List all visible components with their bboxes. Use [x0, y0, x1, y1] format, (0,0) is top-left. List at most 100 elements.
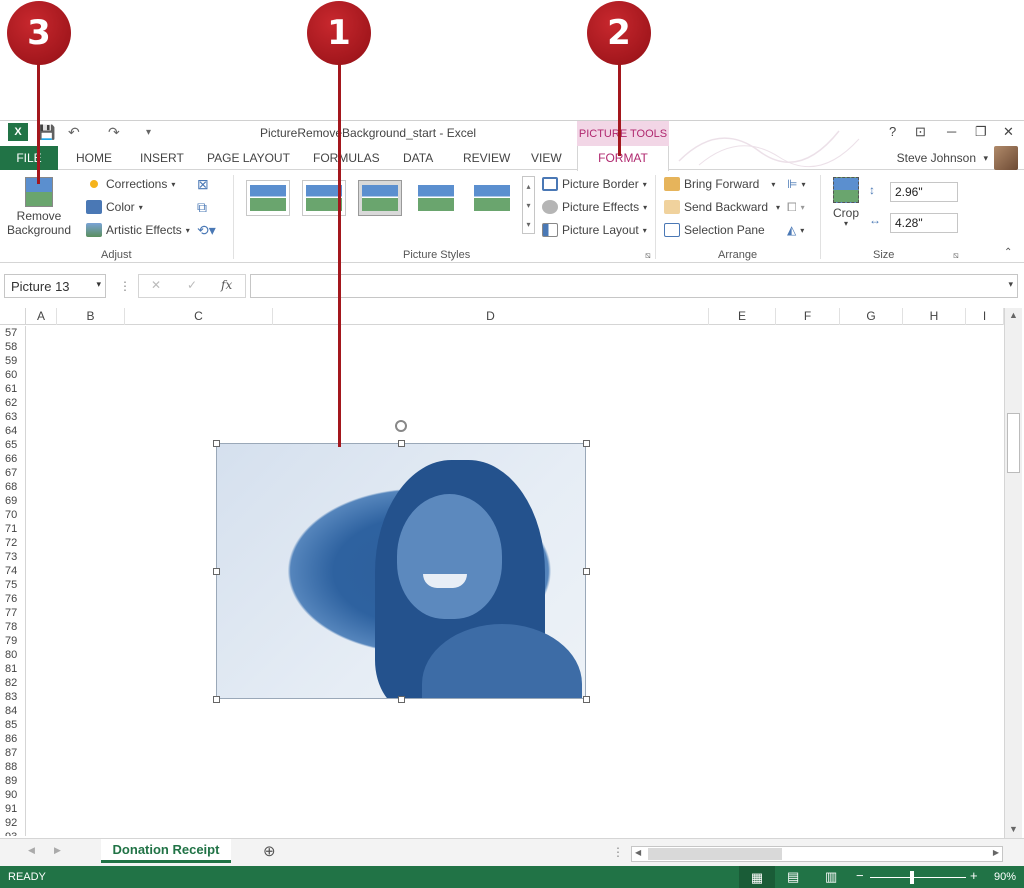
- zoom-slider[interactable]: [870, 877, 966, 878]
- row-header[interactable]: 70: [0, 508, 25, 522]
- resize-handle[interactable]: [213, 440, 220, 447]
- tab-file[interactable]: FILE: [0, 146, 58, 170]
- row-header[interactable]: 90: [0, 788, 25, 802]
- row-header[interactable]: 92: [0, 816, 25, 830]
- user-name[interactable]: Steve Johnson: [897, 151, 976, 165]
- undo-icon[interactable]: ↶: [68, 124, 80, 141]
- column-header[interactable]: I: [966, 308, 1004, 325]
- row-header[interactable]: 57: [0, 326, 25, 340]
- row-header[interactable]: 74: [0, 564, 25, 578]
- row-header[interactable]: 79: [0, 634, 25, 648]
- crop-button[interactable]: Crop ▾: [830, 177, 862, 228]
- horizontal-scrollbar[interactable]: ◀ ▶: [631, 846, 1003, 862]
- align-icon[interactable]: ⊫ ▾: [787, 177, 805, 191]
- row-header[interactable]: 65: [0, 438, 25, 452]
- resize-handle[interactable]: [213, 696, 220, 703]
- row-header[interactable]: 88: [0, 760, 25, 774]
- tab-data[interactable]: DATA: [403, 146, 433, 170]
- color-button[interactable]: Color ▾: [86, 200, 143, 214]
- tab-insert[interactable]: INSERT: [140, 146, 184, 170]
- cancel-icon[interactable]: ✕: [151, 278, 161, 292]
- scroll-left-icon[interactable]: ◀: [635, 848, 641, 857]
- scroll-down-icon[interactable]: ▼: [1009, 824, 1018, 834]
- column-header[interactable]: F: [776, 308, 840, 325]
- enter-icon[interactable]: ✓: [187, 278, 197, 292]
- more-options-icon[interactable]: ⋮: [119, 279, 131, 293]
- page-layout-view-icon[interactable]: ▤: [787, 869, 799, 885]
- zoom-level[interactable]: 90%: [994, 871, 1016, 883]
- row-header[interactable]: 58: [0, 340, 25, 354]
- tab-format[interactable]: FORMAT: [577, 146, 669, 171]
- save-icon[interactable]: 💾: [38, 124, 55, 141]
- row-header[interactable]: 63: [0, 410, 25, 424]
- row-header[interactable]: 62: [0, 396, 25, 410]
- chevron-down-icon[interactable]: ▾: [1008, 279, 1013, 290]
- restore-button[interactable]: ❐: [975, 124, 987, 140]
- picture-style-4[interactable]: [414, 180, 458, 216]
- avatar[interactable]: [994, 146, 1018, 170]
- name-box[interactable]: Picture 13 ▾: [4, 274, 106, 298]
- column-header[interactable]: B: [57, 308, 125, 325]
- tab-home[interactable]: HOME: [76, 146, 112, 170]
- minimize-button[interactable]: ─: [947, 124, 956, 139]
- row-header[interactable]: 60: [0, 368, 25, 382]
- selection-pane-button[interactable]: Selection Pane: [664, 223, 765, 237]
- row-header[interactable]: 67: [0, 466, 25, 480]
- normal-view-icon[interactable]: ▦: [739, 866, 775, 888]
- vertical-scrollbar[interactable]: ▲ ▼: [1004, 308, 1022, 838]
- picture-style-3[interactable]: [358, 180, 402, 216]
- redo-icon[interactable]: ↷: [108, 124, 120, 141]
- previous-sheet-icon[interactable]: ◀: [28, 845, 35, 856]
- resize-handle[interactable]: [583, 568, 590, 575]
- row-header[interactable]: 86: [0, 732, 25, 746]
- send-backward-button[interactable]: Send Backward ▾: [664, 200, 780, 214]
- row-header[interactable]: 83: [0, 690, 25, 704]
- ribbon-display-icon[interactable]: ⊡: [915, 124, 926, 140]
- insert-function-icon[interactable]: fx: [221, 278, 232, 292]
- shape-height-input[interactable]: 2.96": [890, 182, 958, 202]
- row-header[interactable]: 80: [0, 648, 25, 662]
- customize-qat-icon[interactable]: ▾: [146, 127, 151, 138]
- row-header[interactable]: 91: [0, 802, 25, 816]
- sheet-tab-donation-receipt[interactable]: Donation Receipt: [101, 839, 231, 863]
- picture-style-5[interactable]: [470, 180, 514, 216]
- row-header[interactable]: 89: [0, 774, 25, 788]
- row-header[interactable]: 66: [0, 452, 25, 466]
- dialog-launcher-icon[interactable]: ⧅: [953, 250, 959, 261]
- rotate-icon[interactable]: ◭ ▾: [787, 223, 804, 237]
- row-header[interactable]: 69: [0, 494, 25, 508]
- next-sheet-icon[interactable]: ▶: [54, 845, 61, 856]
- help-button[interactable]: ?: [889, 124, 896, 139]
- column-header[interactable]: C: [125, 308, 273, 325]
- tab-review[interactable]: REVIEW: [463, 146, 510, 170]
- change-picture-icon[interactable]: ⧉: [197, 199, 207, 216]
- row-header[interactable]: 73: [0, 550, 25, 564]
- scroll-thumb[interactable]: [1007, 413, 1020, 473]
- collapse-ribbon-icon[interactable]: ⌃: [1004, 247, 1012, 258]
- row-header[interactable]: 78: [0, 620, 25, 634]
- row-header[interactable]: 75: [0, 578, 25, 592]
- picture-effects-button[interactable]: Picture Effects ▾: [542, 200, 647, 214]
- row-header[interactable]: 85: [0, 718, 25, 732]
- remove-background-button[interactable]: Remove Background: [6, 177, 72, 237]
- row-header[interactable]: 68: [0, 480, 25, 494]
- scroll-right-icon[interactable]: ▶: [993, 848, 999, 857]
- column-header[interactable]: H: [903, 308, 966, 325]
- group-icon[interactable]: ⧠ ▾: [787, 200, 805, 215]
- zoom-in-icon[interactable]: +: [970, 868, 978, 883]
- shape-width-input[interactable]: 4.28": [890, 213, 958, 233]
- picture-style-1[interactable]: [246, 180, 290, 216]
- corrections-button[interactable]: Corrections ▾: [86, 177, 175, 191]
- rotate-handle-icon[interactable]: [395, 420, 407, 432]
- picture-layout-button[interactable]: Picture Layout ▾: [542, 223, 647, 237]
- resize-handle[interactable]: [398, 696, 405, 703]
- reset-picture-icon[interactable]: ⟲▾: [197, 222, 216, 239]
- column-header[interactable]: G: [840, 308, 903, 325]
- tab-formulas[interactable]: FORMULAS: [313, 146, 380, 170]
- resize-handle[interactable]: [213, 568, 220, 575]
- row-header[interactable]: 84: [0, 704, 25, 718]
- compress-pictures-icon[interactable]: ⊠: [197, 176, 209, 193]
- selected-picture[interactable]: [216, 443, 586, 699]
- row-header[interactable]: 61: [0, 382, 25, 396]
- picture-border-button[interactable]: Picture Border ▾: [542, 177, 647, 191]
